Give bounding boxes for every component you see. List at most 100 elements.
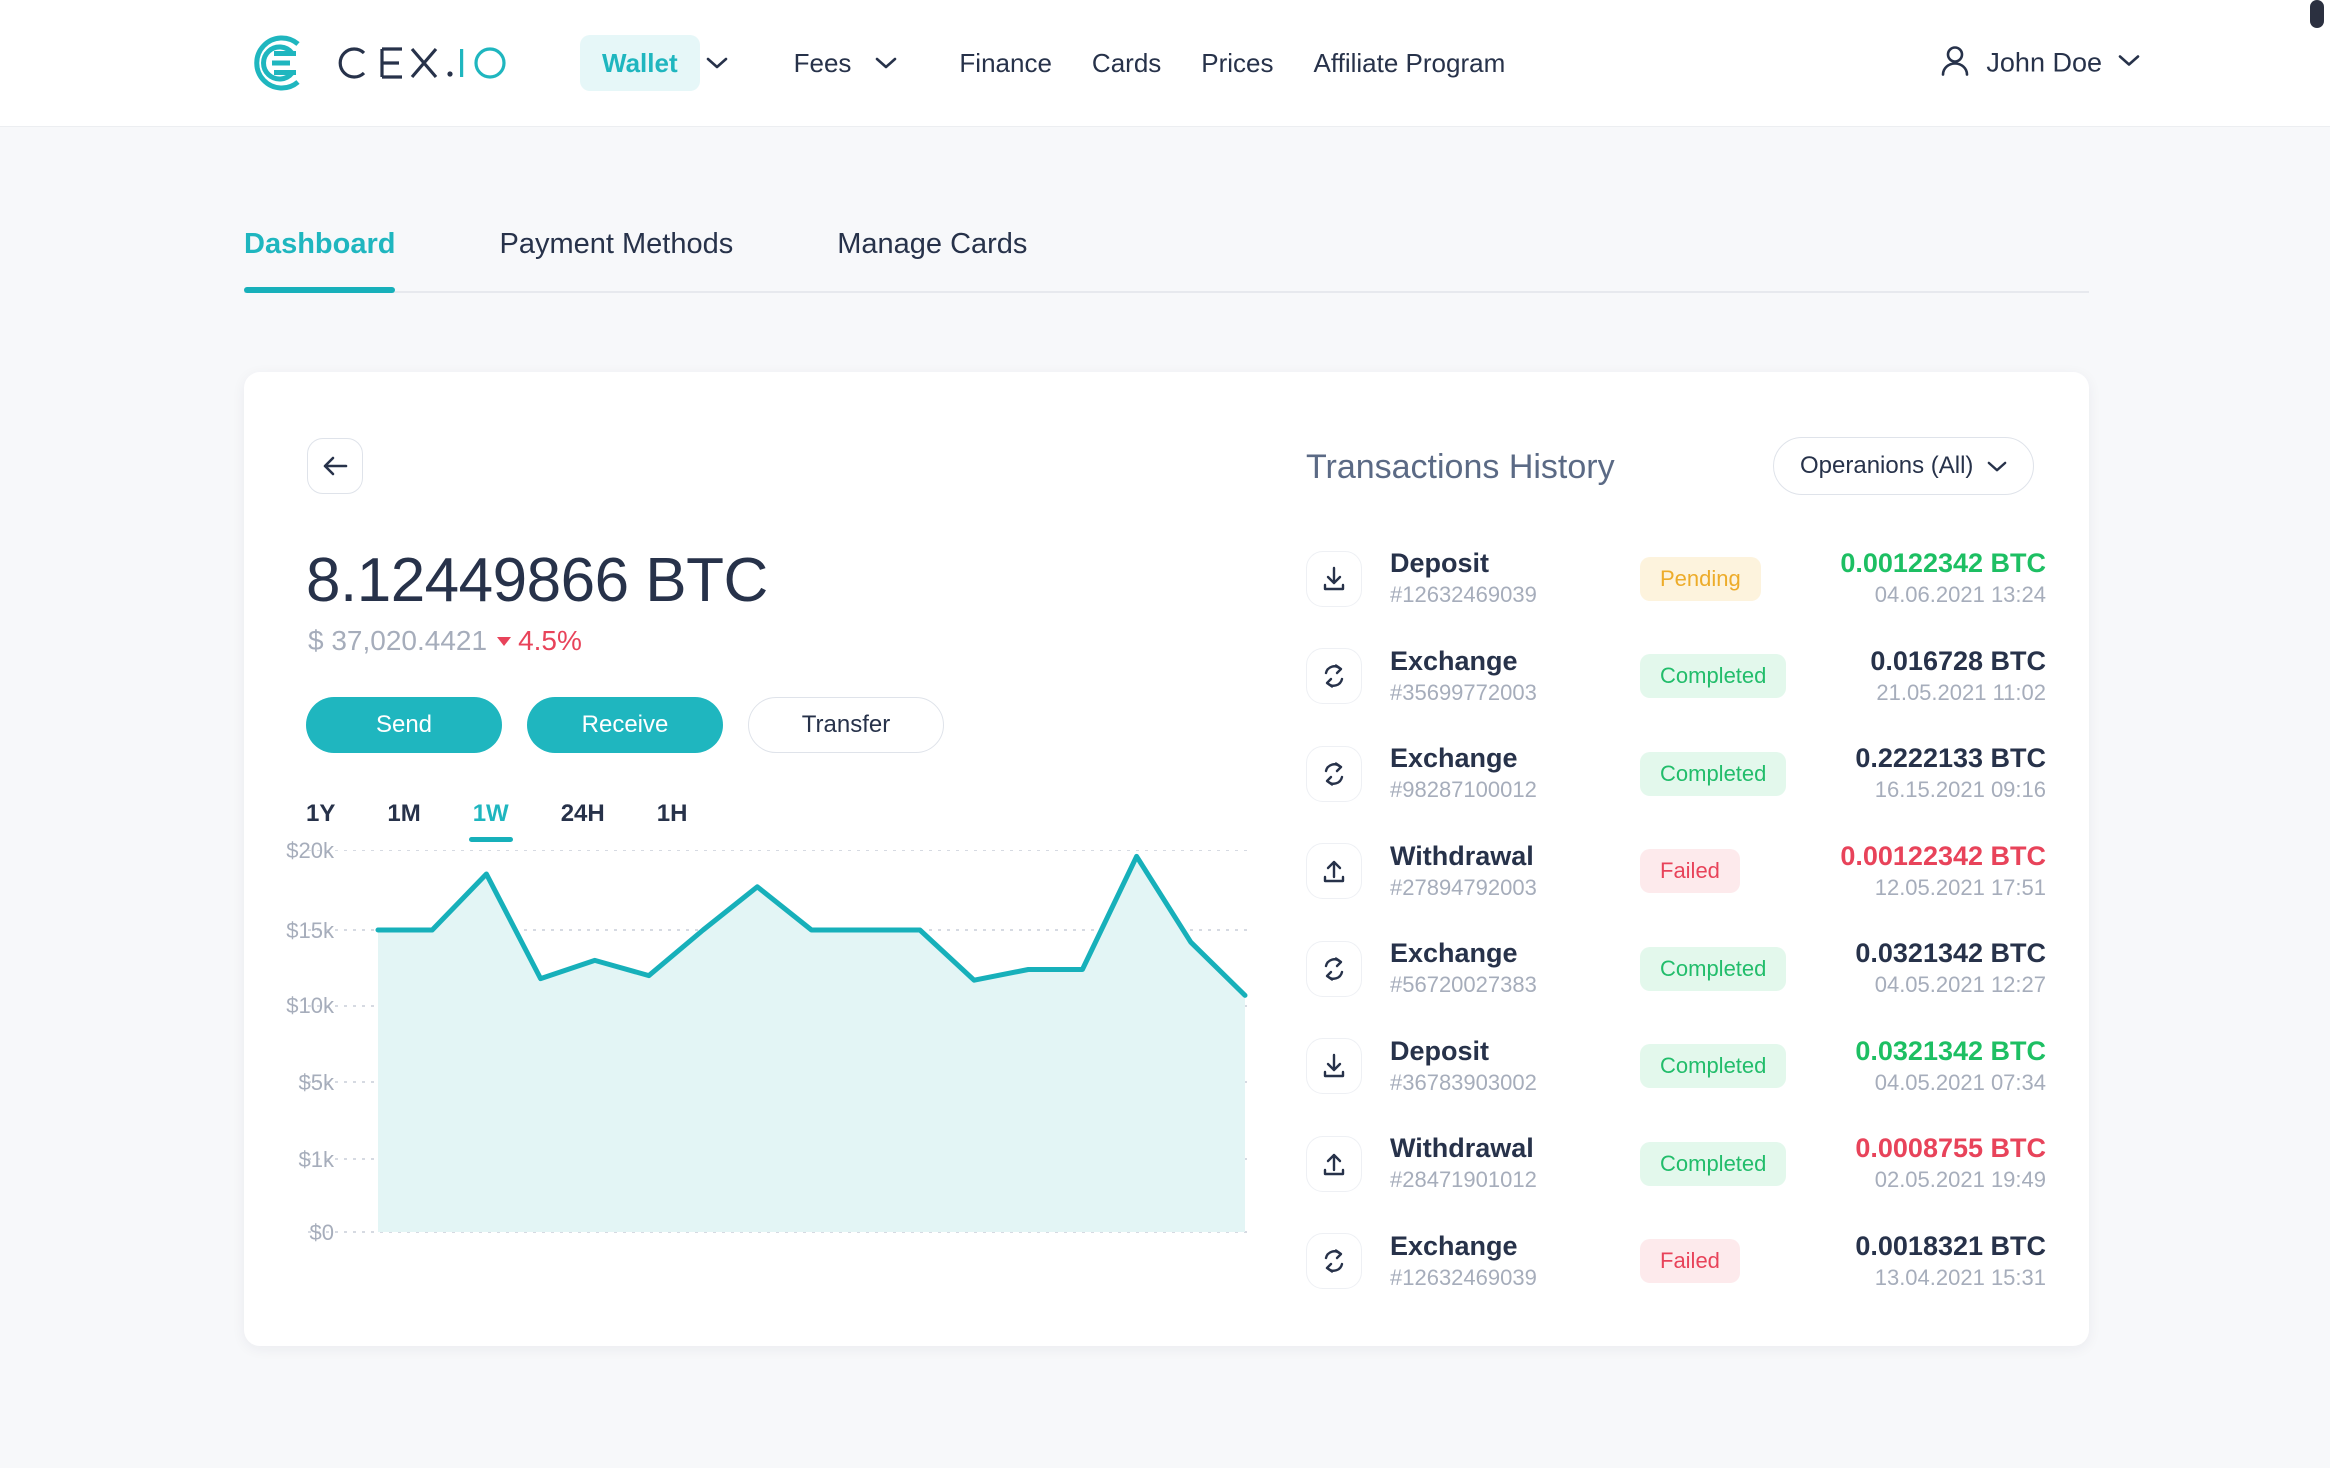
transaction-amount-cell: 0.2222133 BTC 16.15.2021 09:16 (1855, 742, 2046, 805)
chart-ytick-4: $1k (298, 1147, 334, 1172)
transaction-amount: 0.0321342 BTC (1855, 1035, 2046, 1066)
chart-range-selector: 1Y 1M 1W 24H 1H (306, 800, 739, 842)
transaction-info: Deposit #36783903002 (1390, 1035, 1640, 1098)
transfer-button[interactable]: Transfer (748, 697, 944, 753)
receive-button[interactable]: Receive (527, 697, 723, 753)
transaction-info: Exchange #35699772003 (1390, 645, 1640, 708)
transaction-id: #35699772003 (1390, 679, 1537, 705)
chart-ytick-2: $10k (286, 993, 334, 1018)
chevron-down-icon-filter (1987, 452, 2007, 480)
nav-item-fees-label: Fees (793, 47, 852, 78)
transaction-info: Exchange #12632469039 (1390, 1230, 1640, 1293)
nav-item-cards[interactable]: Cards (1074, 35, 1179, 91)
status-badge: Failed (1640, 849, 1740, 894)
transaction-id: #12632469039 (1390, 1264, 1537, 1290)
transaction-row[interactable]: Exchange #35699772003 Completed 0.016728 BT… (1306, 628, 2046, 726)
nav-item-affiliate-program-label: Affiliate Program (1313, 47, 1506, 78)
withdrawal-icon (1306, 843, 1362, 900)
transaction-type: Exchange (1390, 743, 1518, 774)
nav-item-fees[interactable]: Fees (776, 35, 870, 91)
arrow-down-icon (497, 636, 512, 646)
status-badge: Completed (1640, 946, 1787, 991)
transaction-status-cell: Completed (1640, 751, 1840, 796)
brand-logo[interactable] (248, 32, 538, 94)
transaction-row[interactable]: Deposit #12632469039 Pending 0.00122342 BTC… (1306, 530, 2046, 628)
chart-ytick-0: $20k (286, 838, 334, 863)
transaction-amount: 0.00122342 BTC (1840, 548, 2046, 579)
nav-item-wallet[interactable]: Wallet (580, 35, 700, 91)
transaction-amount: 0.016728 BTC (1870, 645, 2046, 676)
status-badge: Completed (1640, 654, 1787, 699)
transaction-date: 04.05.2021 12:27 (1874, 972, 2046, 998)
transaction-status-cell: Pending (1640, 556, 1840, 601)
nav-item-finance[interactable]: Finance (941, 35, 1070, 91)
chevron-down-icon-fees[interactable] (871, 57, 911, 70)
transaction-type: Exchange (1390, 1230, 1518, 1261)
transaction-info: Withdrawal #28471901012 (1390, 1132, 1640, 1195)
transaction-id: #36783903002 (1390, 1069, 1537, 1095)
range-1y-label: 1Y (306, 800, 336, 827)
exchange-icon (1306, 1233, 1362, 1290)
transaction-status-cell: Completed (1640, 946, 1840, 991)
tab-manage-cards[interactable]: Manage Cards (837, 228, 1027, 291)
range-24h[interactable]: 24H (561, 800, 605, 842)
transaction-row[interactable]: Exchange #98287100012 Completed 0.2222133 B… (1306, 725, 2046, 823)
nav-group-wallet: Wallet (580, 35, 742, 91)
transaction-status-cell: Failed (1640, 849, 1840, 894)
transaction-row[interactable]: Deposit #36783903002 Completed 0.0321342 BT… (1306, 1018, 2046, 1116)
transaction-info: Withdrawal #27894792003 (1390, 840, 1640, 903)
nav-item-prices[interactable]: Prices (1183, 35, 1291, 91)
range-1h[interactable]: 1H (657, 800, 688, 842)
transactions-filter-dropdown[interactable]: Operanions (All) (1773, 437, 2035, 495)
transaction-row[interactable]: Exchange #56720027383 Completed 0.0321342 B… (1306, 920, 2046, 1018)
range-24h-label: 24H (560, 800, 605, 827)
nav-item-wallet-label: Wallet (602, 47, 678, 78)
transaction-amount: 0.0018321 BTC (1855, 1230, 2046, 1261)
transactions-list: Deposit #12632469039 Pending 0.00122342 BTC… (1306, 530, 2046, 1310)
range-1m-label: 1M (387, 800, 421, 827)
tab-manage-cards-label: Manage Cards (837, 228, 1028, 260)
transaction-row[interactable]: Withdrawal #28471901012 Completed 0.0008755… (1306, 1115, 2046, 1213)
range-1y[interactable]: 1Y (306, 800, 335, 842)
transaction-type: Withdrawal (1390, 840, 1534, 871)
transaction-id: #12632469039 (1390, 582, 1537, 608)
transaction-date: 04.05.2021 07:34 (1874, 1069, 2046, 1095)
nav-item-finance-label: Finance (959, 47, 1052, 78)
back-button[interactable] (307, 438, 363, 494)
transaction-status-cell: Completed (1640, 1141, 1840, 1186)
transaction-date: 21.05.2021 11:02 (1876, 679, 2046, 705)
nav-item-affiliate-program[interactable]: Affiliate Program (1296, 35, 1524, 91)
transaction-info: Exchange #98287100012 (1390, 742, 1640, 805)
wallet-change-label: 4.5% (518, 625, 582, 656)
chart-ytick-3: $5k (298, 1070, 334, 1095)
transaction-amount-cell: 0.0321342 BTC 04.05.2021 12:27 (1855, 937, 2046, 1000)
main-nav: Wallet Fees Finance Cards Prices Affilia… (580, 35, 1523, 91)
transaction-type: Deposit (1390, 1035, 1490, 1066)
page-scrollbar[interactable] (2310, 0, 2324, 28)
nav-item-cards-label: Cards (1091, 47, 1162, 78)
user-name-label: John Doe (1986, 47, 2102, 78)
transaction-row[interactable]: Withdrawal #27894792003 Failed 0.00122342 B… (1306, 823, 2046, 921)
exchange-icon (1306, 648, 1362, 705)
status-badge: Failed (1640, 1239, 1740, 1284)
range-1m[interactable]: 1M (387, 800, 420, 842)
transaction-date: 16.15.2021 09:16 (1874, 777, 2046, 803)
balance-chart: $20k $15k $10k $5k $1k $0 (244, 838, 1304, 1290)
tab-payment-methods[interactable]: Payment Methods (499, 228, 733, 291)
tab-dashboard[interactable]: Dashboard (244, 228, 396, 293)
range-1h-label: 1H (656, 800, 688, 827)
chart-ytick-5: $0 (309, 1220, 334, 1245)
transaction-amount-cell: 0.00122342 BTC 12.05.2021 17:51 (1840, 840, 2046, 903)
chevron-down-icon-wallet[interactable] (702, 57, 742, 70)
range-1w-label: 1W (472, 800, 509, 827)
send-button[interactable]: Send (306, 697, 502, 753)
page-tabs: Dashboard Payment Methods Manage Cards (244, 228, 2089, 293)
transaction-amount: 0.0008755 BTC (1855, 1133, 2046, 1164)
deposit-icon (1306, 1038, 1362, 1095)
user-menu[interactable]: John Doe (1940, 45, 2140, 82)
transaction-amount-cell: 0.00122342 BTC 04.06.2021 13:24 (1840, 547, 2046, 610)
transaction-date: 04.06.2021 13:24 (1874, 582, 2046, 608)
transaction-row[interactable]: Exchange #12632469039 Failed 0.0018321 BTC 1… (1306, 1213, 2046, 1311)
chart-svg (308, 849, 1253, 1233)
range-1w[interactable]: 1W (468, 800, 513, 842)
